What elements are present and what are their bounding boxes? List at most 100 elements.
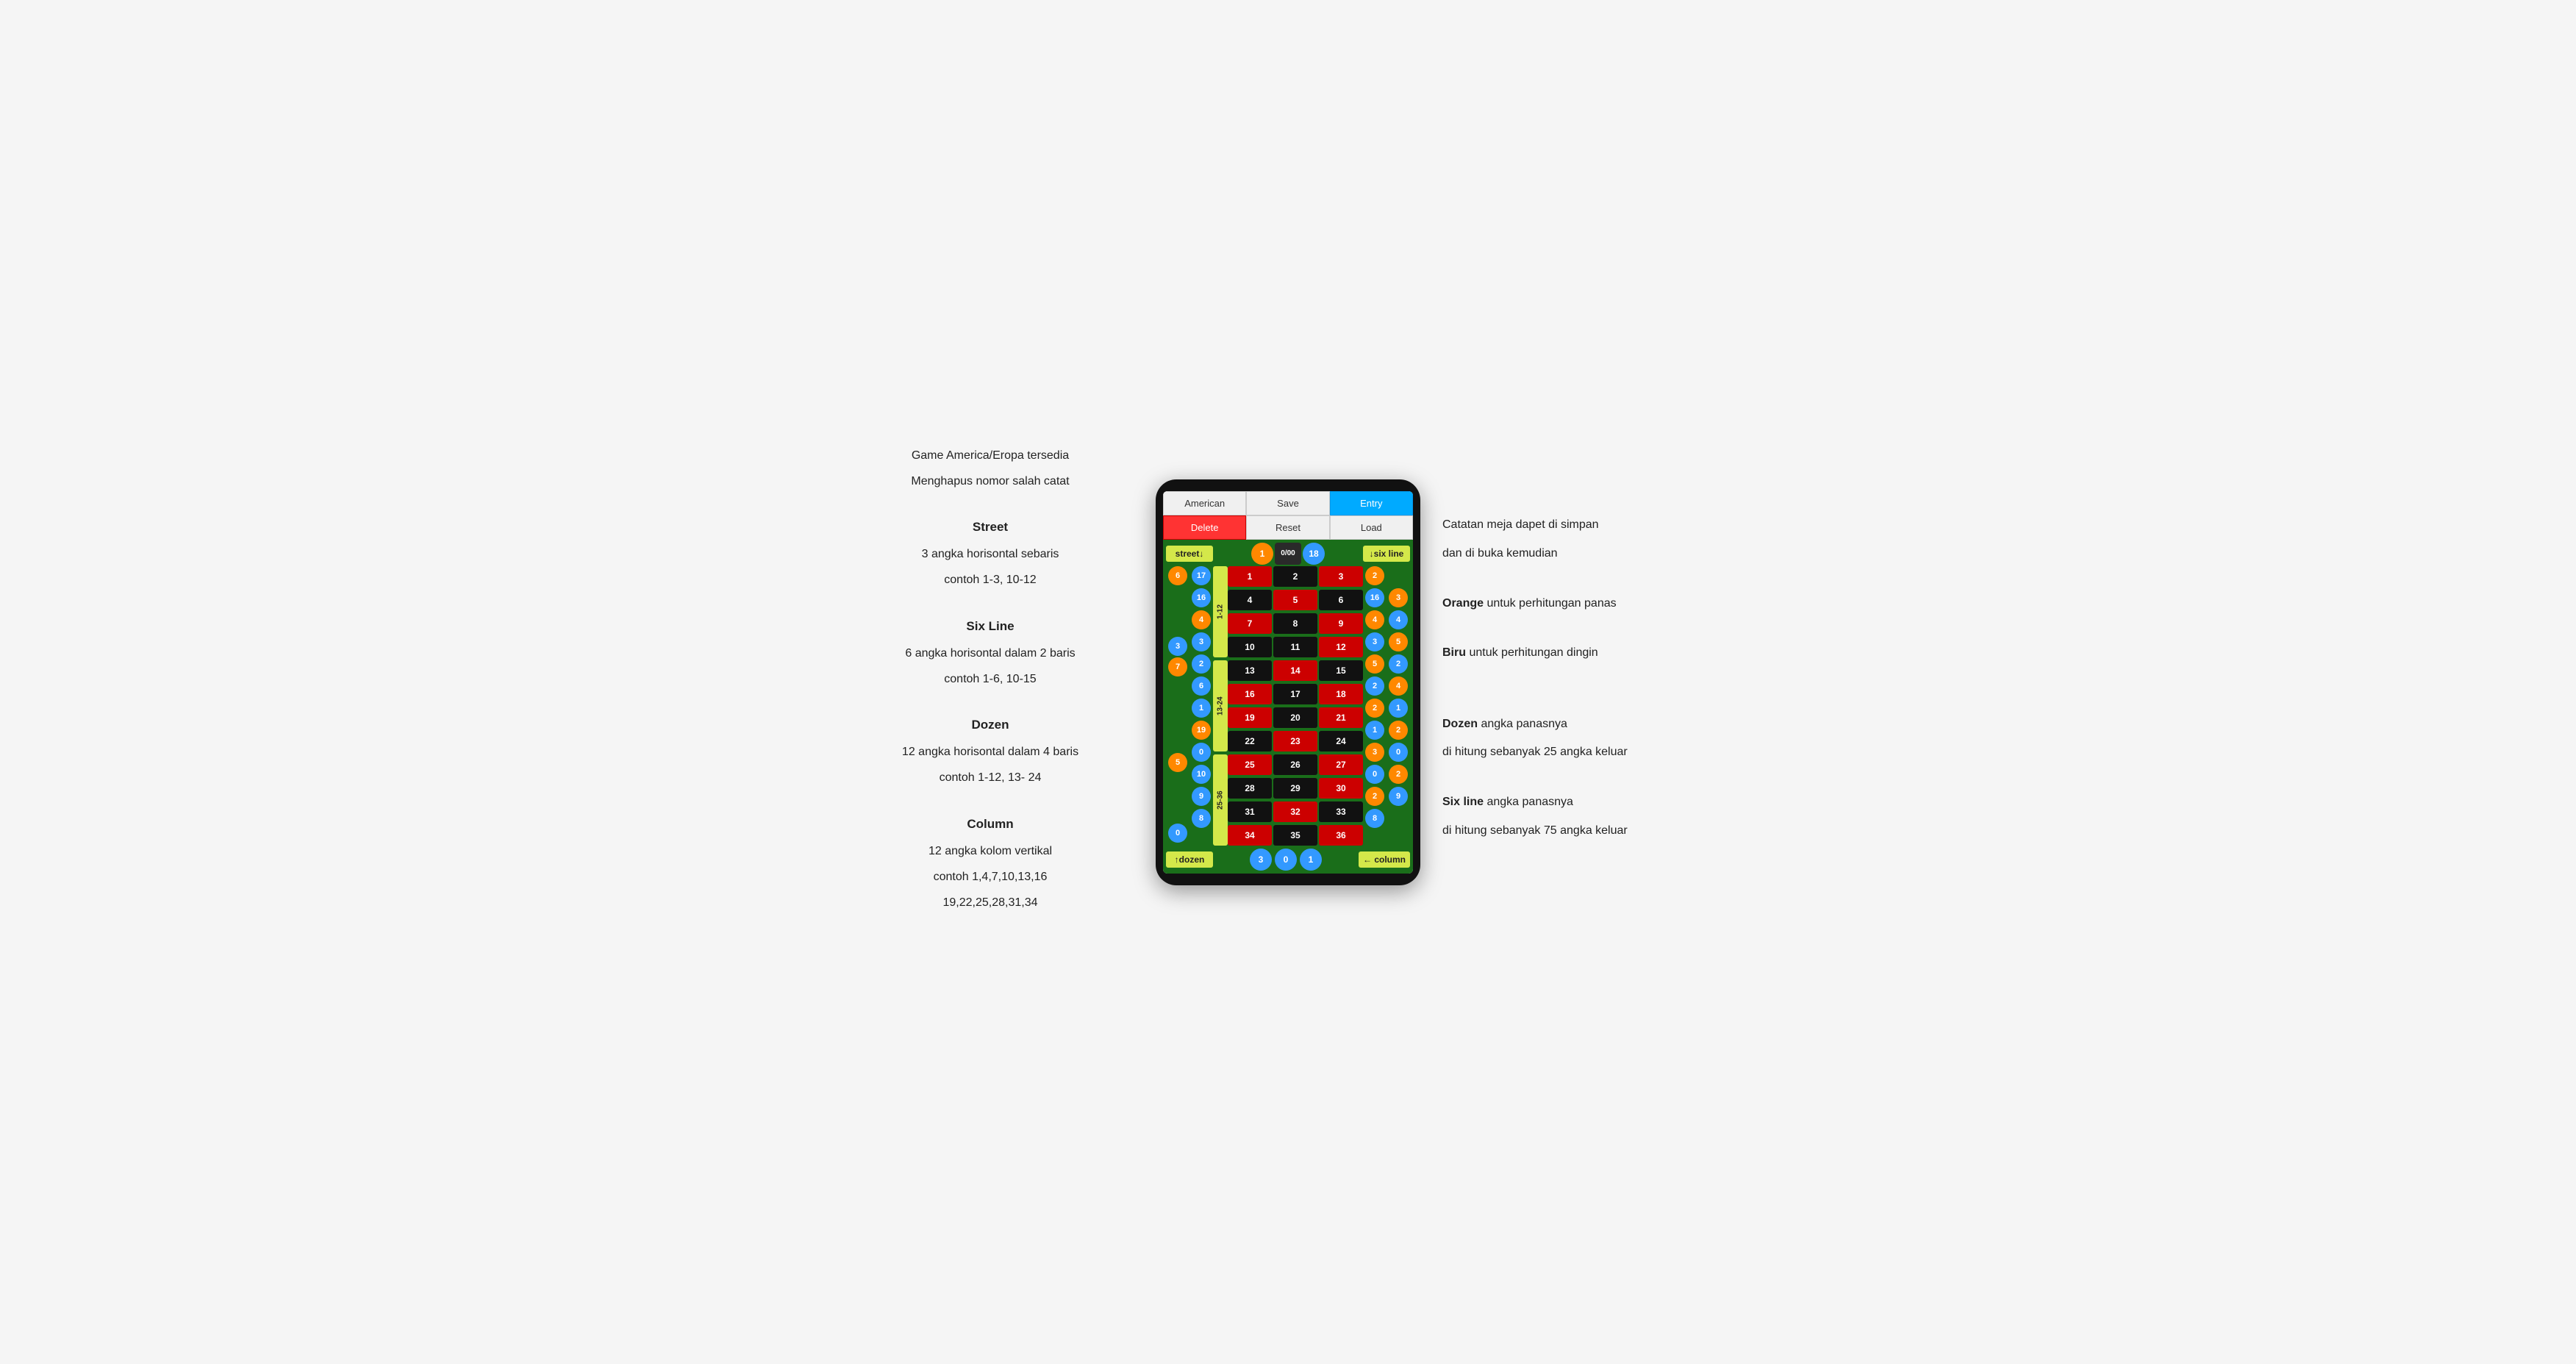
num-cell-5-2[interactable]: 18: [1319, 684, 1363, 704]
right-outer-2[interactable]: 4: [1389, 610, 1408, 629]
label-1-12: 1-12: [1213, 566, 1228, 657]
right-outer-5[interactable]: 4: [1389, 676, 1408, 696]
right-badge-4[interactable]: 5: [1365, 654, 1384, 674]
num-cell-1-1[interactable]: 5: [1273, 590, 1317, 610]
entry-button[interactable]: Entry: [1330, 491, 1413, 515]
num-cell-2-0[interactable]: 7: [1228, 613, 1272, 634]
left-badge-7[interactable]: 19: [1192, 721, 1211, 740]
zero-circle-1[interactable]: 1: [1251, 543, 1273, 565]
right-badge-7[interactable]: 1: [1365, 721, 1384, 740]
right-badge-6[interactable]: 2: [1365, 699, 1384, 718]
num-cell-5-0[interactable]: 16: [1228, 684, 1272, 704]
left-badge-4[interactable]: 2: [1192, 654, 1211, 674]
number-row-7: 222324: [1228, 731, 1363, 751]
num-cell-0-1[interactable]: 2: [1273, 566, 1317, 587]
num-cell-11-2[interactable]: 36: [1319, 825, 1363, 846]
num-cell-11-1[interactable]: 35: [1273, 825, 1317, 846]
left-panel: Game America/Eropa tersedia Menghapus no…: [847, 446, 1134, 918]
left-badge-11[interactable]: 8: [1192, 809, 1211, 828]
footer-circle-2[interactable]: 1: [1300, 849, 1322, 871]
reset-button[interactable]: Reset: [1246, 515, 1329, 540]
right-badge-0[interactable]: 2: [1365, 566, 1384, 585]
save-button[interactable]: Save: [1246, 491, 1329, 515]
num-cell-2-2[interactable]: 9: [1319, 613, 1363, 634]
num-cell-3-1[interactable]: 11: [1273, 637, 1317, 657]
right-outer-9[interactable]: 2: [1389, 765, 1408, 784]
right-badge-1[interactable]: 16: [1365, 588, 1384, 607]
right-outer-8[interactable]: 0: [1389, 743, 1408, 762]
num-cell-1-0[interactable]: 4: [1228, 590, 1272, 610]
right-badge-8[interactable]: 3: [1365, 743, 1384, 762]
right-outer-7[interactable]: 2: [1389, 721, 1408, 740]
num-cell-9-2[interactable]: 30: [1319, 778, 1363, 799]
left-badge-10[interactable]: 9: [1192, 787, 1211, 806]
left-outer-8[interactable]: 5: [1168, 753, 1187, 772]
zero-circle-18[interactable]: 18: [1303, 543, 1325, 565]
right-outer-6[interactable]: 1: [1389, 699, 1408, 718]
left-badge-0[interactable]: 17: [1192, 566, 1211, 585]
left-line2: Menghapus nomor salah catat: [847, 471, 1134, 491]
right-outer-3[interactable]: 5: [1389, 632, 1408, 651]
left-outer-11[interactable]: 0: [1168, 824, 1187, 843]
left-badge-6[interactable]: 1: [1192, 699, 1211, 718]
num-cell-10-0[interactable]: 31: [1228, 801, 1272, 822]
num-cell-10-1[interactable]: 32: [1273, 801, 1317, 822]
num-cell-11-0[interactable]: 34: [1228, 825, 1272, 846]
left-badge-5[interactable]: 6: [1192, 676, 1211, 696]
num-cell-8-2[interactable]: 27: [1319, 754, 1363, 775]
num-cell-7-0[interactable]: 22: [1228, 731, 1272, 751]
right-outer-4[interactable]: 2: [1389, 654, 1408, 674]
number-row-4: 131415: [1228, 660, 1363, 681]
right-outer-10[interactable]: 9: [1389, 787, 1408, 806]
left-badge-2[interactable]: 4: [1192, 610, 1211, 629]
footer-column: ← column: [1359, 851, 1410, 868]
right-badge-11[interactable]: 8: [1365, 809, 1384, 828]
left-badge-8[interactable]: 0: [1192, 743, 1211, 762]
num-cell-6-1[interactable]: 20: [1273, 707, 1317, 728]
left-badge-9[interactable]: 10: [1192, 765, 1211, 784]
num-cell-7-2[interactable]: 24: [1319, 731, 1363, 751]
num-cell-2-1[interactable]: 8: [1273, 613, 1317, 634]
num-cell-6-0[interactable]: 19: [1228, 707, 1272, 728]
left-outer-0[interactable]: 6: [1168, 566, 1187, 585]
footer-circle-0[interactable]: 3: [1250, 849, 1272, 871]
footer-circles: 301: [1213, 849, 1359, 871]
right-dozen-desc1: angka panasnya: [1481, 718, 1567, 730]
num-cell-3-2[interactable]: 12: [1319, 637, 1363, 657]
american-button[interactable]: American: [1163, 491, 1246, 515]
num-cell-0-0[interactable]: 1: [1228, 566, 1272, 587]
zero-circle-000[interactable]: 0/00: [1275, 543, 1301, 565]
num-cell-4-0[interactable]: 13: [1228, 660, 1272, 681]
num-cell-4-2[interactable]: 15: [1319, 660, 1363, 681]
right-outer-circles: 3452412029: [1387, 566, 1410, 847]
right-badge-2[interactable]: 4: [1365, 610, 1384, 629]
num-cell-8-0[interactable]: 25: [1228, 754, 1272, 775]
footer-circle-1[interactable]: 0: [1275, 849, 1297, 871]
right-badge-3[interactable]: 3: [1365, 632, 1384, 651]
number-row-6: 192021: [1228, 707, 1363, 728]
num-cell-5-1[interactable]: 17: [1273, 684, 1317, 704]
num-cell-8-1[interactable]: 26: [1273, 754, 1317, 775]
right-badge-10[interactable]: 2: [1365, 787, 1384, 806]
left-outer-4[interactable]: 7: [1168, 657, 1187, 676]
num-cell-6-2[interactable]: 21: [1319, 707, 1363, 728]
num-cell-4-1[interactable]: 14: [1273, 660, 1317, 681]
street-desc2: contoh 1-3, 10-12: [847, 570, 1134, 590]
main-grid: 6 3 7 5: [1166, 566, 1410, 847]
num-cell-3-0[interactable]: 10: [1228, 637, 1272, 657]
num-cell-1-2[interactable]: 6: [1319, 590, 1363, 610]
delete-button[interactable]: Delete: [1163, 515, 1246, 540]
load-button[interactable]: Load: [1330, 515, 1413, 540]
left-badge-1[interactable]: 16: [1192, 588, 1211, 607]
left-outer-3[interactable]: 3: [1168, 637, 1187, 656]
num-cell-10-2[interactable]: 33: [1319, 801, 1363, 822]
street-label: street↓: [1166, 546, 1213, 562]
right-outer-1[interactable]: 3: [1389, 588, 1408, 607]
left-badge-3[interactable]: 3: [1192, 632, 1211, 651]
num-cell-7-1[interactable]: 23: [1273, 731, 1317, 751]
right-badge-5[interactable]: 2: [1365, 676, 1384, 696]
right-badge-9[interactable]: 0: [1365, 765, 1384, 784]
num-cell-9-1[interactable]: 29: [1273, 778, 1317, 799]
num-cell-0-2[interactable]: 3: [1319, 566, 1363, 587]
num-cell-9-0[interactable]: 28: [1228, 778, 1272, 799]
